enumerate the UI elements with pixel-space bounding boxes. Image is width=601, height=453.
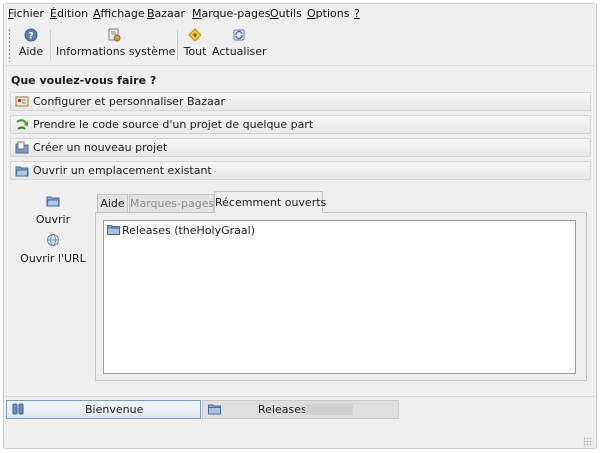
system-info-button-label: Informations système [56,45,176,58]
all-button-label: Tout [183,45,207,58]
toolbar-separator-2 [177,30,178,60]
menu-help[interactable]: ? [354,7,360,20]
new-project-action[interactable]: Créer un nouveau projet [10,138,591,157]
recent-item-label: Releases (theHolyGraal) [122,224,255,237]
all-icon [188,28,202,42]
refresh-button[interactable]: Actualiser [212,26,267,64]
menu-bar: Fichier Édition Affichage Bazaar Marque-… [4,4,596,24]
menu-marque-pages[interactable]: Marque-pages [192,7,270,20]
refresh-button-label: Actualiser [212,45,267,58]
new-project-action-label: Créer un nouveau projet [33,141,168,154]
folder-icon [107,225,120,235]
list-item[interactable]: Releases (theHolyGraal) [107,224,255,237]
menu-edition[interactable]: Édition [50,7,88,20]
menu-bazaar-accel: B [147,7,155,20]
menu-outils-label: utils [278,7,302,20]
help-icon: ? [24,28,38,42]
folder-icon [208,404,221,415]
tab-aide-label: Aide [100,197,125,210]
system-info-icon [108,28,121,42]
menu-marque-pages-label: arque-pages [201,7,271,20]
page-tab-releases-label: Releases [258,403,307,416]
open-folder-icon [46,196,60,207]
welcome-icon [12,403,24,415]
page-title: Que voulez-vous faire ? [11,74,157,87]
menu-edition-label: dition [56,7,89,20]
menu-bazaar-label: azaar [154,7,186,20]
get-source-action-label: Prendre le code source d'un projet de qu… [33,118,314,131]
all-button[interactable]: Tout [182,26,208,64]
open-url-button[interactable]: Ouvrir l'URL [18,233,88,265]
open-location-icon [15,166,29,177]
svg-text:?: ? [28,32,33,42]
menu-edition-accel: É [50,7,57,20]
branch-icon [16,119,28,130]
menu-affichage[interactable]: Affichage [93,7,145,20]
help-button-label: Aide [18,45,44,58]
page-tab-bienvenue-label: Bienvenue [85,403,144,416]
toolbar-separator [50,30,51,60]
menu-options-label: ptions [315,7,350,20]
tab-marques-pages: Marques-pages [129,194,214,213]
page-tab-releases[interactable]: Releases [202,400,399,419]
tab-marques-pages-label: Marques-pages [130,197,215,210]
menu-fichier-label: ichier [13,7,44,20]
menu-options-accel: O [307,7,316,20]
status-bar [4,422,596,448]
resize-grip[interactable] [583,437,593,447]
config-icon [15,96,29,107]
open-location-action[interactable]: Ouvrir un emplacement existant [10,161,591,180]
recent-list[interactable]: Releases (theHolyGraal) [103,220,576,374]
open-location-action-label: Ouvrir un emplacement existant [33,164,212,177]
menu-affichage-label: ffichage [100,7,145,20]
globe-icon [47,234,59,246]
menu-affichage-accel: A [93,7,101,20]
get-source-action[interactable]: Prendre le code source d'un projet de qu… [10,115,591,134]
tab-recemment-ouverts[interactable]: Récemment ouverts [214,191,327,213]
configure-action-label: Configurer et personnaliser Bazaar [33,95,226,108]
menu-bazaar[interactable]: Bazaar [147,7,185,20]
page-tab-redacted [305,404,353,415]
tab-aide[interactable]: Aide [97,194,128,213]
menu-marque-pages-accel: M [192,7,202,20]
menu-options[interactable]: Options [307,7,349,20]
menu-help-accel: ? [354,7,360,20]
page-tab-bienvenue[interactable]: Bienvenue [6,400,201,419]
open-url-button-label: Ouvrir l'URL [20,252,86,265]
page-tab-bar: Bienvenue Releases [4,396,596,420]
toolbar-grip[interactable] [8,28,11,62]
configure-action[interactable]: Configurer et personnaliser Bazaar [10,92,591,111]
menu-fichier[interactable]: Fichier [8,7,44,20]
toolbar: ? Aide Informations système Tout Actuali… [4,24,596,66]
help-button[interactable]: ? Aide [16,26,46,64]
open-button-label: Ouvrir [35,213,71,226]
system-info-button[interactable]: Informations système [56,26,176,64]
menu-outils[interactable]: Outils [270,7,302,20]
app-window: Fichier Édition Affichage Bazaar Marque-… [3,3,597,449]
new-project-icon [15,141,29,154]
tab-recemment-ouverts-label: Récemment ouverts [215,196,327,209]
refresh-icon [233,29,245,41]
menu-outils-accel: O [270,7,279,20]
open-button[interactable]: Ouvrir [30,194,76,226]
